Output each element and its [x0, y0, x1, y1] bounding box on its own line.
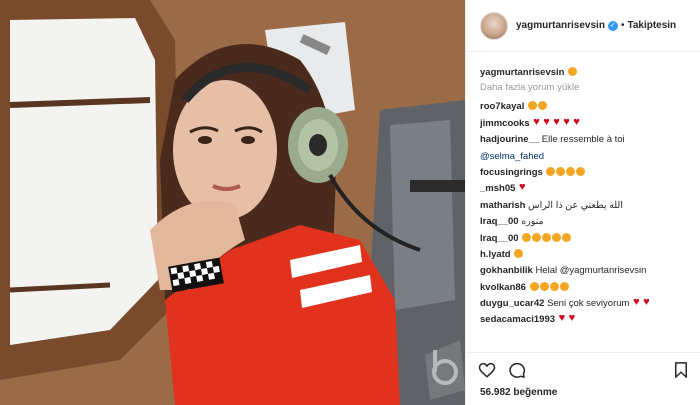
emoji-icon: [542, 232, 552, 242]
separator-dot: •: [620, 20, 625, 31]
comment-row: duygu_ucar42 Seni çok seviyorum: [480, 296, 694, 310]
heart-icon: [573, 116, 582, 129]
comment-username[interactable]: matharish: [480, 200, 525, 211]
emoji-icon: [568, 67, 578, 76]
post-header: yagmurtanrisevsin ✓ • Takiptesin: [466, 0, 700, 52]
heart-icon: [519, 181, 528, 194]
heart-icon: [643, 296, 652, 309]
header-username[interactable]: yagmurtanrisevsin: [516, 20, 605, 31]
emoji-icon: [539, 281, 549, 291]
likes-count[interactable]: 56.982 beğenme: [480, 387, 557, 398]
comment-username[interactable]: duygu_ucar42: [480, 298, 544, 309]
comment-row: lraq__00: [480, 232, 694, 245]
heart-icon: [553, 116, 562, 129]
comment-username[interactable]: roo7kayal: [480, 101, 524, 112]
comment-username[interactable]: lraq__00: [480, 233, 519, 244]
comment-text: منوره: [521, 216, 544, 228]
heart-icon: [543, 116, 552, 129]
comment-icon[interactable]: [508, 361, 526, 379]
following-button[interactable]: Takiptesin: [627, 20, 676, 31]
caption-username[interactable]: yagmurtanrisevsin: [480, 67, 564, 78]
post-photo[interactable]: [0, 0, 465, 405]
likes-number: 56.982: [480, 387, 511, 398]
comment-row: h.lyatd: [480, 248, 694, 261]
comment-row: lraq__00 منوره: [480, 215, 694, 228]
comment-username[interactable]: h.lyatd: [480, 249, 511, 260]
comment-username[interactable]: focusingrings: [480, 167, 543, 178]
comment-row: gokhanbilik Helal @yagmurtanrisevsin: [480, 264, 694, 277]
comment-row: roo7kayal: [480, 100, 694, 113]
comment-text: Seni çok seviyorum: [547, 298, 630, 310]
avatar[interactable]: [480, 11, 508, 40]
emoji-icon: [538, 101, 548, 111]
heart-icon: [633, 296, 642, 309]
caption: yagmurtanrisevsin: [480, 66, 694, 79]
comment-row: focusingrings: [480, 166, 694, 179]
comment-username[interactable]: kvolkan86: [480, 282, 526, 293]
comment-username[interactable]: lraq__00: [480, 216, 519, 227]
emoji-icon: [514, 248, 524, 258]
emoji-icon: [528, 101, 538, 111]
post-actions: 56.982 beğenme: [466, 352, 700, 405]
comment-text: Helal @yagmurtanrisevsin: [535, 265, 647, 277]
mention-link[interactable]: @selma_fahed: [480, 151, 544, 162]
comment-row: kvolkan86: [480, 281, 694, 294]
emoji-icon: [562, 232, 572, 242]
emoji-icon: [532, 232, 542, 242]
load-more-comments-link[interactable]: Daha fazla yorum yükle: [480, 82, 694, 93]
heart-outline-icon[interactable]: [478, 361, 496, 379]
emoji-icon: [576, 166, 586, 176]
emoji-icon: [556, 166, 566, 176]
comment-row: @selma_fahed: [480, 150, 694, 163]
comment-username[interactable]: jimmcooks: [480, 118, 530, 129]
comment-text: Elle ressemble à toi: [541, 134, 625, 146]
comment-row: jimmcooks: [480, 116, 694, 130]
comment-username[interactable]: hadjourine__: [480, 134, 539, 145]
comment-username[interactable]: gokhanbilik: [480, 265, 533, 276]
helicopter-portrait-image: [0, 0, 465, 405]
heart-icon: [559, 312, 568, 325]
verified-badge-icon: ✓: [607, 20, 618, 31]
bookmark-icon[interactable]: [672, 361, 690, 379]
emoji-icon: [522, 232, 532, 242]
comment-text: الله يطعني عن ذا الراس: [528, 199, 623, 211]
comment-row: _msh05: [480, 181, 694, 195]
comments-list: yagmurtanrisevsin Daha fazla yorum yükle…: [480, 66, 694, 352]
emoji-icon: [546, 166, 556, 176]
comment-username[interactable]: sedacamaci1993: [480, 314, 555, 325]
emoji-icon: [549, 281, 559, 291]
heart-icon: [533, 116, 542, 129]
comment-username[interactable]: _msh05: [480, 183, 515, 194]
emoji-icon: [552, 232, 562, 242]
post-details-panel: yagmurtanrisevsin ✓ • Takiptesin yagmurt…: [465, 0, 700, 405]
comment-row: sedacamaci1993: [480, 312, 694, 326]
comment-row: matharish الله يطعني عن ذا الراس: [480, 199, 694, 212]
likes-label: beğenme: [513, 387, 558, 398]
emoji-icon: [529, 281, 539, 291]
emoji-icon: [559, 281, 569, 291]
comment-row: hadjourine__ Elle ressemble à toi: [480, 133, 694, 146]
heart-icon: [563, 116, 572, 129]
emoji-icon: [566, 166, 576, 176]
heart-icon: [569, 312, 578, 325]
